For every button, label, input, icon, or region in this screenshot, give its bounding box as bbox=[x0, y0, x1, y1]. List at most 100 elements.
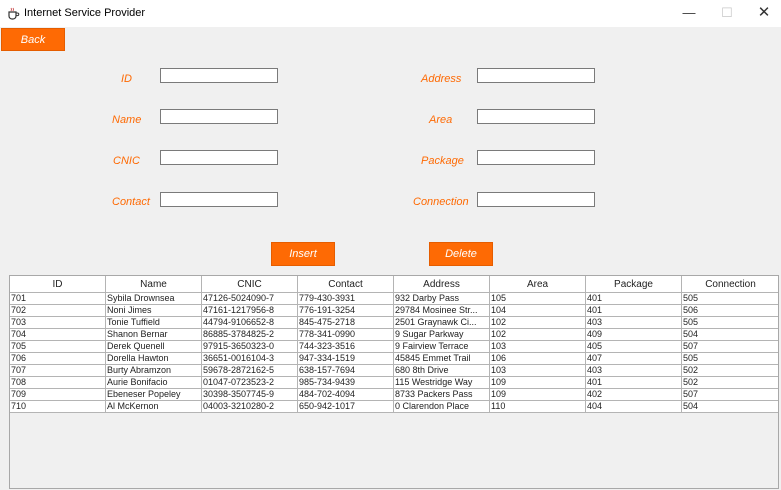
table-cell: 04003-3210280-2 bbox=[201, 400, 298, 413]
table-cell: 778-341-0990 bbox=[297, 328, 394, 341]
table-row[interactable]: 705 Derek Quenell 97915-3650323-0 744-323-3… bbox=[10, 340, 778, 353]
connection-field[interactable] bbox=[477, 192, 595, 207]
table-cell: 484-702-4094 bbox=[297, 388, 394, 401]
table-row[interactable]: 702 Noni Jimes 47161-1217956-8 776-191-3254… bbox=[10, 304, 778, 317]
column-header-contact[interactable]: Contact bbox=[297, 276, 394, 293]
table-cell: 9 Fairview Terrace bbox=[393, 340, 490, 353]
window-title: Internet Service Provider bbox=[24, 7, 146, 19]
table-cell: 97915-3650323-0 bbox=[201, 340, 298, 353]
table-cell: Al McKernon bbox=[105, 400, 202, 413]
table-cell: 504 bbox=[681, 400, 778, 413]
table-cell: Derek Quenell bbox=[105, 340, 202, 353]
table-cell: 106 bbox=[489, 352, 586, 365]
table-cell: 704 bbox=[10, 328, 106, 341]
table-cell: 703 bbox=[10, 316, 106, 329]
address-field[interactable] bbox=[477, 68, 595, 83]
table-body: 701 Sybila Drownsea 47126-5024090-7 779-430… bbox=[10, 292, 778, 413]
minimize-icon[interactable]: — bbox=[674, 3, 704, 23]
back-button[interactable]: Back bbox=[1, 28, 65, 51]
table-row[interactable]: 708 Aurie Bonifacio 01047-0723523-2 985-734… bbox=[10, 376, 778, 389]
insert-button[interactable]: Insert bbox=[271, 242, 335, 266]
table-cell: 507 bbox=[681, 340, 778, 353]
table-cell: 2501 Graynawk Ci... bbox=[393, 316, 490, 329]
contact-field[interactable] bbox=[160, 192, 278, 207]
table-cell: 710 bbox=[10, 400, 106, 413]
table-cell: 502 bbox=[681, 364, 778, 377]
column-header-cnic[interactable]: CNIC bbox=[201, 276, 298, 293]
table-cell: 505 bbox=[681, 316, 778, 329]
table-cell: 402 bbox=[585, 388, 682, 401]
table-cell: 407 bbox=[585, 352, 682, 365]
table-cell: 706 bbox=[10, 352, 106, 365]
table-cell: 102 bbox=[489, 328, 586, 341]
column-header-connection[interactable]: Connection bbox=[681, 276, 778, 293]
table-row[interactable]: 709 Ebeneser Popeley 30398-3507745-9 484-70… bbox=[10, 388, 778, 401]
id-field[interactable] bbox=[160, 68, 278, 83]
table-cell: Aurie Bonifacio bbox=[105, 376, 202, 389]
table-cell: 103 bbox=[489, 340, 586, 353]
maximize-icon[interactable]: ☐ bbox=[712, 3, 742, 23]
table-cell: 102 bbox=[489, 316, 586, 329]
table-cell: 403 bbox=[585, 316, 682, 329]
table-cell: Shanon Bernar bbox=[105, 328, 202, 341]
column-header-id[interactable]: ID bbox=[10, 276, 106, 293]
cnic-field[interactable] bbox=[160, 150, 278, 165]
table-cell: 504 bbox=[681, 328, 778, 341]
table-cell: 104 bbox=[489, 304, 586, 317]
id-label: ID bbox=[121, 73, 132, 85]
table-cell: 502 bbox=[681, 376, 778, 389]
table-cell: 403 bbox=[585, 364, 682, 377]
table-cell: 401 bbox=[585, 376, 682, 389]
table-cell: 115 Westridge Way bbox=[393, 376, 490, 389]
table-cell: 707 bbox=[10, 364, 106, 377]
close-icon[interactable]: ✕ bbox=[749, 3, 779, 23]
area-label: Area bbox=[429, 114, 453, 126]
table-row[interactable]: 707 Burty Abramzon 59678-2872162-5 638-157-… bbox=[10, 364, 778, 377]
table-cell: 45845 Emmet Trail bbox=[393, 352, 490, 365]
table-cell: 401 bbox=[585, 304, 682, 317]
table-cell: 110 bbox=[489, 400, 586, 413]
table-cell: 638-157-7694 bbox=[297, 364, 394, 377]
address-label: Address bbox=[421, 73, 462, 85]
table-row[interactable]: 704 Shanon Bernar 86885-3784825-2 778-341-0… bbox=[10, 328, 778, 341]
table-cell: Noni Jimes bbox=[105, 304, 202, 317]
table-cell: 708 bbox=[10, 376, 106, 389]
column-header-area[interactable]: Area bbox=[489, 276, 586, 293]
table-cell: Tonie Tuffield bbox=[105, 316, 202, 329]
table-cell: 01047-0723523-2 bbox=[201, 376, 298, 389]
package-field[interactable] bbox=[477, 150, 595, 165]
table-cell: 409 bbox=[585, 328, 682, 341]
table-cell: 29784 Mosinee Str... bbox=[393, 304, 490, 317]
table-cell: 505 bbox=[681, 352, 778, 365]
table-cell: 845-475-2718 bbox=[297, 316, 394, 329]
connection-label: Connection bbox=[413, 196, 469, 208]
table-cell: 30398-3507745-9 bbox=[201, 388, 298, 401]
table-cell: 947-334-1519 bbox=[297, 352, 394, 365]
table-cell: 404 bbox=[585, 400, 682, 413]
table-row[interactable]: 710 Al McKernon 04003-3210280-2 650-942-101… bbox=[10, 400, 778, 413]
table-header-row: ID Name CNIC Contact Address Area Package Conne… bbox=[10, 276, 778, 293]
table-cell: Dorella Hawton bbox=[105, 352, 202, 365]
name-field[interactable] bbox=[160, 109, 278, 124]
table-cell: Sybila Drownsea bbox=[105, 292, 202, 305]
contact-label: Contact bbox=[112, 196, 150, 208]
table-row[interactable]: 701 Sybila Drownsea 47126-5024090-7 779-430… bbox=[10, 292, 778, 305]
table-cell: 779-430-3931 bbox=[297, 292, 394, 305]
table-cell: 105 bbox=[489, 292, 586, 305]
table-cell: 932 Darby Pass bbox=[393, 292, 490, 305]
title-bar: Internet Service Provider — ☐ ✕ bbox=[0, 0, 781, 27]
customer-table[interactable]: ID Name CNIC Contact Address Area Package Conne… bbox=[9, 275, 779, 489]
coffee-cup-icon bbox=[8, 7, 20, 20]
delete-button[interactable]: Delete bbox=[429, 242, 493, 266]
column-header-package[interactable]: Package bbox=[585, 276, 682, 293]
table-cell: 405 bbox=[585, 340, 682, 353]
column-header-name[interactable]: Name bbox=[105, 276, 202, 293]
table-cell: 47126-5024090-7 bbox=[201, 292, 298, 305]
table-cell: 44794-9106652-8 bbox=[201, 316, 298, 329]
table-cell: 506 bbox=[681, 304, 778, 317]
area-field[interactable] bbox=[477, 109, 595, 124]
table-cell: 36651-0016104-3 bbox=[201, 352, 298, 365]
table-row[interactable]: 703 Tonie Tuffield 44794-9106652-8 845-475-… bbox=[10, 316, 778, 329]
table-row[interactable]: 706 Dorella Hawton 36651-0016104-3 947-334-… bbox=[10, 352, 778, 365]
column-header-address[interactable]: Address bbox=[393, 276, 490, 293]
